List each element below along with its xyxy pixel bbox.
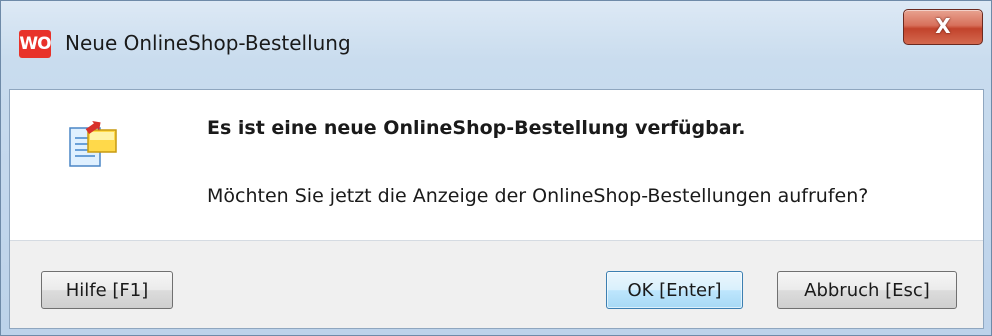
dialog-window: WO Neue OnlineShop-Bestellung X Es ist e… xyxy=(0,0,992,336)
message-question: Möchten Sie jetzt die Anzeige der Online… xyxy=(207,185,869,207)
message-headline: Es ist eine neue OnlineShop-Bestellung v… xyxy=(207,117,746,139)
window-title: Neue OnlineShop-Bestellung xyxy=(65,31,351,55)
help-button[interactable]: Hilfe [F1] xyxy=(41,271,173,309)
message-area: Es ist eine neue OnlineShop-Bestellung v… xyxy=(10,90,983,240)
app-logo-icon: WO xyxy=(19,30,52,58)
ok-button[interactable]: OK [Enter] xyxy=(606,271,743,309)
close-button[interactable]: X xyxy=(903,9,983,45)
title-bar[interactable]: WO Neue OnlineShop-Bestellung X xyxy=(1,1,991,89)
cancel-button[interactable]: Abbruch [Esc] xyxy=(777,271,957,309)
new-order-document-icon xyxy=(69,120,117,167)
button-bar: Hilfe [F1] OK [Enter] Abbruch [Esc] xyxy=(10,241,983,328)
close-icon: X xyxy=(935,14,951,38)
dialog-content: Es ist eine neue OnlineShop-Bestellung v… xyxy=(9,89,984,329)
